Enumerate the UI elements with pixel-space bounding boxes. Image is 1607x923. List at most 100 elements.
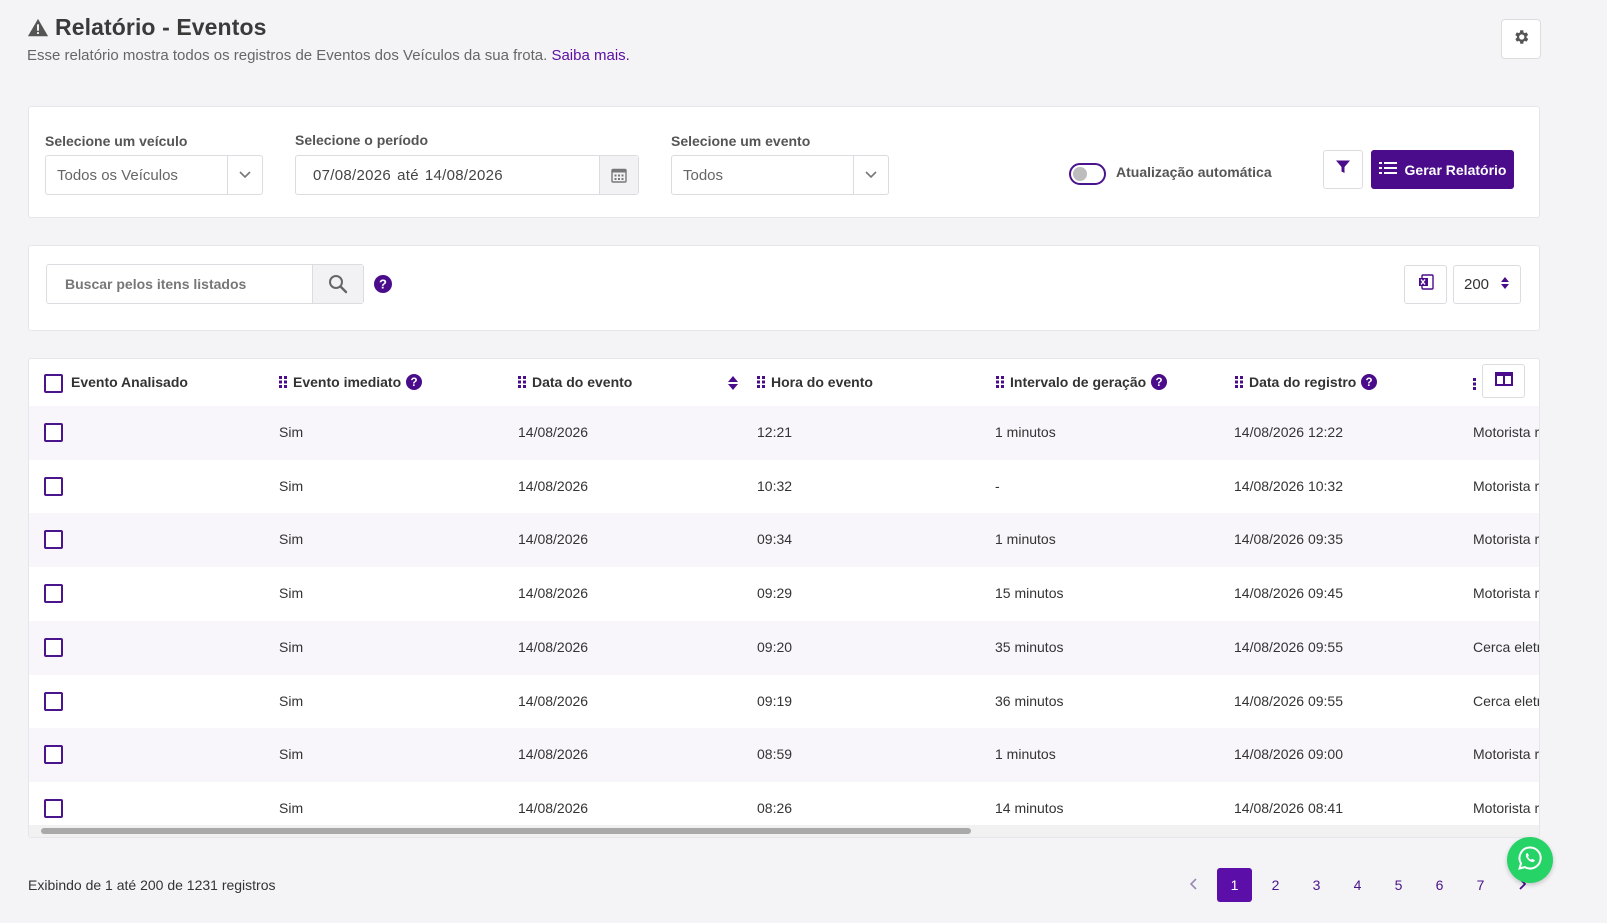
- horizontal-scrollbar[interactable]: [29, 825, 1539, 837]
- row-checkbox[interactable]: [44, 476, 63, 496]
- col-data-evento[interactable]: Data do evento: [517, 374, 632, 390]
- col-label: Intervalo de geração: [1010, 374, 1147, 390]
- list-icon: [1378, 161, 1397, 178]
- grip-icon[interactable]: [756, 375, 766, 389]
- cell-data: 14/08/2026: [518, 424, 589, 440]
- auto-update-label: Atualização automática: [1116, 164, 1272, 180]
- col-label: Evento imediato: [293, 374, 402, 390]
- scrollbar-thumb[interactable]: [41, 828, 971, 834]
- period-value: 07/08/2026 até 14/08/2026: [296, 167, 599, 184]
- prev-page-button[interactable]: [1176, 868, 1211, 902]
- page-title-row: Relatório - Eventos: [27, 14, 267, 41]
- row-checkbox[interactable]: [44, 798, 63, 818]
- records-info: Exibindo de 1 até 200 de 1231 registros: [28, 877, 276, 893]
- page-4-button[interactable]: 4: [1340, 868, 1375, 902]
- page-7-button[interactable]: 7: [1463, 868, 1498, 902]
- columns-button[interactable]: [1482, 364, 1525, 398]
- col-data-registro[interactable]: Data do registro ?: [1234, 374, 1378, 390]
- help-icon[interactable]: ?: [406, 374, 423, 390]
- col-label: Evento Analisado: [71, 374, 188, 390]
- grip-icon[interactable]: [517, 375, 527, 389]
- col-hora-evento[interactable]: Hora do evento: [756, 374, 873, 390]
- cell-hora: 08:26: [757, 799, 793, 816]
- cell-intervalo: 14 minutos: [995, 799, 1064, 816]
- page-2-button[interactable]: 2: [1258, 868, 1293, 902]
- cell-data: 14/08/2026: [518, 692, 589, 709]
- cell-data: 14/08/2026: [518, 799, 589, 816]
- cell-hora: 09:29: [757, 585, 793, 602]
- learn-more-link[interactable]: Saiba mais.: [551, 47, 629, 64]
- cell-extra: Motorista r: [1473, 585, 1540, 602]
- period-sep: até: [397, 166, 419, 184]
- row-checkbox[interactable]: [44, 745, 63, 765]
- page-title: Relatório - Eventos: [55, 14, 267, 40]
- row-checkbox[interactable]: [44, 637, 63, 657]
- page-6-button[interactable]: 6: [1422, 868, 1457, 902]
- help-icon[interactable]: ?: [1151, 374, 1168, 390]
- cell-imediato: Sim: [279, 424, 304, 440]
- svg-text:?: ?: [1156, 377, 1163, 389]
- cell-registro: 14/08/2026 09:55: [1234, 638, 1343, 655]
- period-start: 07/08/2026: [313, 166, 392, 184]
- page-1-button[interactable]: 1: [1217, 868, 1252, 902]
- page-3-button[interactable]: 3: [1299, 868, 1334, 902]
- row-checkbox[interactable]: [44, 530, 63, 550]
- help-icon[interactable]: ?: [1361, 374, 1378, 390]
- grip-icon[interactable]: [1234, 375, 1244, 389]
- col-intervalo-geracao[interactable]: Intervalo de geração ?: [995, 374, 1168, 390]
- grip-icon[interactable]: [995, 375, 1005, 389]
- table-row[interactable]: Sim 14/08/2026 09:19 36 minutos 14/08/2026 0…: [29, 674, 1539, 729]
- table-row[interactable]: Sim 14/08/2026 08:59 1 minutos 14/08/2026 09…: [29, 728, 1540, 783]
- cell-data: 14/08/2026: [518, 531, 589, 548]
- table-row[interactable]: Sim 14/08/2026 09:29 15 minutos 14/08/2026 0…: [29, 567, 1540, 622]
- search-icon[interactable]: [312, 265, 363, 303]
- col-evento-imediato[interactable]: Evento imediato ?: [278, 374, 423, 390]
- cell-extra: Motorista r: [1473, 477, 1540, 494]
- cell-intervalo: -: [995, 477, 1000, 494]
- cell-hora: 12:21: [757, 424, 793, 440]
- cell-imediato: Sim: [279, 531, 304, 548]
- svg-text:?: ?: [379, 277, 387, 292]
- row-checkbox[interactable]: [44, 691, 63, 711]
- page-size-select[interactable]: 200: [1453, 265, 1521, 304]
- table-row[interactable]: Sim 14/08/2026 09:34 1 minutos 14/08/2026 09…: [29, 513, 1539, 568]
- table-row[interactable]: Sim 14/08/2026 09:20 35 minutos 14/08/2026 0…: [29, 620, 1539, 675]
- select-all-checkbox[interactable]: [44, 374, 63, 393]
- filter-button[interactable]: [1323, 150, 1363, 189]
- cell-hora: 10:32: [757, 477, 793, 494]
- row-checkbox[interactable]: [44, 423, 63, 442]
- col-label: Data do evento: [532, 374, 633, 390]
- page-5-button[interactable]: 5: [1381, 868, 1416, 902]
- table-row[interactable]: Sim 14/08/2026 10:32 - 14/08/2026 10:32 Motor…: [29, 459, 1540, 514]
- search-input[interactable]: Buscar pelos itens listados: [46, 264, 364, 304]
- cell-registro: 14/08/2026 09:00: [1234, 746, 1343, 763]
- row-checkbox[interactable]: [44, 584, 63, 604]
- cell-data: 14/08/2026: [518, 477, 589, 494]
- calendar-icon[interactable]: [599, 156, 638, 194]
- svg-text:?: ?: [411, 377, 418, 389]
- cell-registro: 14/08/2026 12:22: [1234, 424, 1343, 440]
- cell-registro: 14/08/2026 08:41: [1234, 799, 1343, 816]
- help-icon[interactable]: ?: [374, 275, 392, 293]
- export-excel-button[interactable]: [1404, 265, 1447, 304]
- event-select[interactable]: Todos: [671, 155, 889, 195]
- event-label: Selecione um evento: [671, 133, 811, 149]
- vehicle-select[interactable]: Todos os Veículos: [45, 155, 263, 195]
- page-subtitle: Esse relatório mostra todos os registros…: [27, 47, 630, 64]
- generate-report-button[interactable]: Gerar Relatório: [1371, 150, 1514, 189]
- warning-icon: [27, 17, 49, 39]
- grip-icon[interactable]: [1473, 377, 1477, 396]
- period-input[interactable]: 07/08/2026 até 14/08/2026: [295, 155, 639, 195]
- settings-button[interactable]: [1501, 19, 1541, 59]
- cell-extra: Motorista r: [1473, 746, 1540, 763]
- sort-icon[interactable]: [727, 375, 739, 396]
- whatsapp-icon: [1517, 845, 1543, 876]
- cell-hora: 09:20: [757, 638, 793, 655]
- cell-imediato: Sim: [279, 638, 304, 655]
- cell-extra: Motorista r: [1473, 799, 1540, 816]
- table-row[interactable]: Sim 14/08/2026 12:21 1 minutos 14/08/2026 12…: [29, 406, 1539, 460]
- grip-icon[interactable]: [278, 375, 288, 389]
- auto-update-toggle[interactable]: [1069, 163, 1106, 185]
- whatsapp-button[interactable]: [1507, 837, 1553, 883]
- col-evento-analisado[interactable]: Evento Analisado: [71, 374, 188, 390]
